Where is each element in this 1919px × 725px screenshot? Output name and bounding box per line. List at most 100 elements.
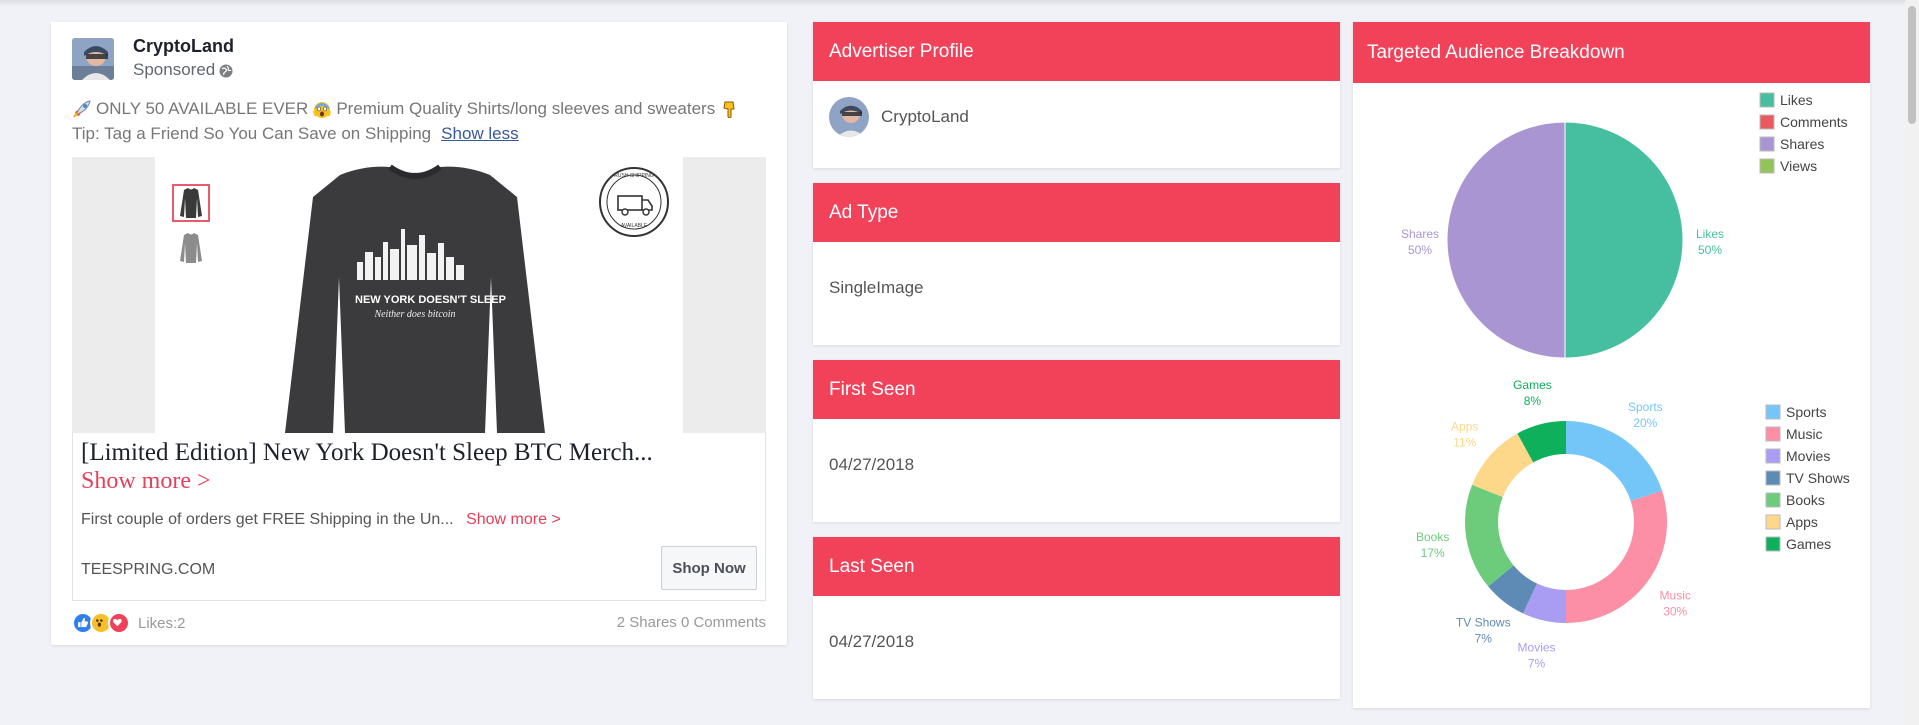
engagement-pie-legend-shares: Shares — [1780, 136, 1824, 152]
engagement-pie-legend-swatch-shares — [1759, 136, 1775, 152]
interest-donut-slice-music — [1566, 490, 1667, 623]
engagement-pie-legend-comments: Comments — [1780, 114, 1848, 130]
shares-comments-count: 2 Shares 0 Comments — [616, 614, 766, 631]
interest-donut-value-sports: 20% — [1633, 416, 1657, 430]
engagement-pie-legend-swatch-views — [1759, 158, 1775, 174]
interest-donut-label-apps: Apps — [1451, 420, 1478, 434]
sponsored-text: Sponsored — [133, 60, 216, 79]
advertiser-profile-row[interactable]: CryptoLand — [829, 97, 969, 137]
engagement-pie-value-shares: 50% — [1408, 243, 1432, 257]
advertiser-avatar[interactable] — [72, 38, 114, 80]
stamp-text-top: RUSH SHIPPING — [614, 173, 654, 179]
interest-donut-legend-games: Games — [1786, 536, 1831, 552]
thumbnail-gray-shirt[interactable] — [172, 229, 210, 267]
interest-donut-legend-swatch-sports — [1765, 404, 1781, 420]
interest-donut-legend-swatch-books — [1765, 492, 1781, 508]
ad-preview-card: CryptoLand Sponsored ONLY 50 AVAILABLE E… — [51, 22, 787, 645]
first-seen-body: 04/27/2018 — [813, 419, 1340, 522]
show-less-link[interactable]: Show less — [441, 121, 518, 146]
interest-donut-value-apps: 11% — [1453, 436, 1476, 450]
interest-donut-label-sports: Sports — [1628, 400, 1663, 414]
stamp-text-bottom: AVAILABLE — [620, 223, 648, 229]
ad-type-body: SingleImage — [813, 242, 1340, 345]
ad-body-text: ONLY 50 AVAILABLE EVER Premium Quality S… — [72, 96, 772, 146]
ad-type-title: Ad Type — [813, 183, 1340, 242]
interest-donut-value-movies: 7% — [1528, 657, 1546, 671]
first-seen-title: First Seen — [813, 360, 1340, 419]
interest-donut-value-games: 8% — [1524, 394, 1542, 408]
last-seen-card: Last Seen 04/27/2018 — [813, 537, 1340, 699]
scream-emoji-icon — [312, 99, 332, 119]
interest-donut-legend-swatch-movies — [1765, 448, 1781, 464]
shirt-print-main: NEW YORK DOESN'T SLEEP — [355, 294, 506, 306]
engagement-pie-legend-views: Views — [1780, 158, 1817, 174]
interest-donut-legend-swatch-apps — [1765, 514, 1781, 530]
last-seen-body: 04/27/2018 — [813, 596, 1340, 699]
shop-now-button[interactable]: Shop Now — [661, 546, 757, 590]
ad-type-card: Ad Type SingleImage — [813, 183, 1340, 345]
advertiser-profile-body: CryptoLand — [813, 81, 1340, 168]
engagement-pie-legend-swatch-comments — [1759, 114, 1775, 130]
engagement-pie-value-likes: 50% — [1698, 243, 1722, 257]
engagement-pie-slice-shares — [1446, 121, 1566, 359]
advertiser-profile-card: Advertiser Profile CryptoLand — [813, 22, 1340, 168]
pointing-down-icon — [719, 99, 739, 119]
ad-text-line1-a: ONLY 50 AVAILABLE EVER — [96, 99, 309, 118]
audience-charts: Likes 50% Shares 50% Likes Comments Shares View… — [1401, 92, 1850, 671]
advertiser-name[interactable]: CryptoLand — [133, 36, 234, 57]
interest-donut-value-tv-shows: 7% — [1475, 632, 1493, 646]
interest-donut-legend-apps: Apps — [1786, 514, 1818, 530]
ad-link-info[interactable]: [Limited Edition] New York Doesn't Sleep… — [72, 433, 766, 601]
last-seen-value: 04/27/2018 — [829, 632, 915, 651]
interest-donut-label-tv-shows: TV Shows — [1456, 616, 1511, 630]
scrollbar[interactable] — [1905, 0, 1919, 725]
audience-breakdown-card: Targeted Audience Breakdown Likes 50% Shar… — [1353, 22, 1870, 708]
love-reaction-icon — [108, 612, 130, 634]
interest-donut-label-games: Games — [1513, 378, 1552, 392]
interest-donut-legend-sports: Sports — [1786, 404, 1826, 420]
headline-show-more-link[interactable]: Show more > — [81, 468, 211, 495]
first-seen-card: First Seen 04/27/2018 — [813, 360, 1340, 522]
engagement-pie-legend-likes: Likes — [1780, 92, 1813, 108]
interest-donut-label-music: Music — [1660, 588, 1691, 602]
interest-donut-legend-swatch-games — [1765, 536, 1781, 552]
ad-text-line1: ONLY 50 AVAILABLE EVER Premium Quality S… — [72, 96, 772, 121]
top-shadow — [0, 0, 1919, 6]
rocket-icon — [72, 99, 92, 119]
profile-name: CryptoLand — [881, 107, 969, 126]
last-seen-title: Last Seen — [813, 537, 1340, 596]
interest-donut-legend-tv-shows: TV Shows — [1786, 470, 1850, 486]
engagement-pie-legend-swatch-likes — [1759, 92, 1775, 108]
interest-donut-slice-books — [1465, 484, 1514, 587]
interest-donut-legend-swatch-tv-shows — [1765, 470, 1781, 486]
ad-text-line2: Tip: Tag a Friend So You Can Save on Shi… — [72, 121, 772, 146]
likes-count: Likes:2 — [138, 614, 186, 632]
interest-donut-legend-movies: Movies — [1786, 448, 1830, 464]
ad-text-line1-b: Premium Quality Shirts/long sleeves and … — [336, 99, 716, 118]
interest-donut-legend-music: Music — [1786, 426, 1823, 442]
ad-text-tip: Tip: Tag a Friend So You Can Save on Shi… — [72, 124, 432, 143]
ad-headline[interactable]: [Limited Edition] New York Doesn't Sleep… — [81, 439, 653, 467]
shirt-print-sub: Neither does bitcoin — [374, 309, 456, 320]
ad-footer: Likes:2 2 Shares 0 Comments — [72, 612, 766, 636]
interest-donut-label-movies: Movies — [1518, 641, 1556, 655]
sponsored-label: Sponsored — [133, 60, 233, 80]
engagement-pie-label-likes: Likes — [1696, 227, 1724, 241]
interest-donut-legend-swatch-music — [1765, 426, 1781, 442]
profile-avatar — [829, 97, 869, 137]
thumbnail-black-shirt[interactable] — [172, 184, 210, 222]
engagement-pie-label-shares: Shares — [1401, 227, 1439, 241]
advertiser-profile-title: Advertiser Profile — [813, 22, 1340, 81]
first-seen-value: 04/27/2018 — [829, 455, 915, 474]
ad-description-text: First couple of orders get FREE Shipping… — [81, 511, 454, 528]
ad-image[interactable]: NEW YORK DOESN'T SLEEP Neither does bitc… — [72, 157, 766, 433]
ad-domain: TEESPRING.COM — [81, 561, 216, 578]
scrollbar-thumb[interactable] — [1908, 6, 1916, 124]
interest-donut-value-music: 30% — [1663, 604, 1687, 618]
ad-type-value: SingleImage — [829, 278, 924, 297]
description-show-more-link[interactable]: Show more > — [466, 511, 561, 528]
interest-donut-legend-books: Books — [1786, 492, 1825, 508]
product-image-area: NEW YORK DOESN'T SLEEP Neither does bitc… — [155, 157, 683, 433]
interest-donut-value-books: 17% — [1421, 546, 1445, 560]
engagement-pie-slice-likes — [1564, 121, 1684, 359]
